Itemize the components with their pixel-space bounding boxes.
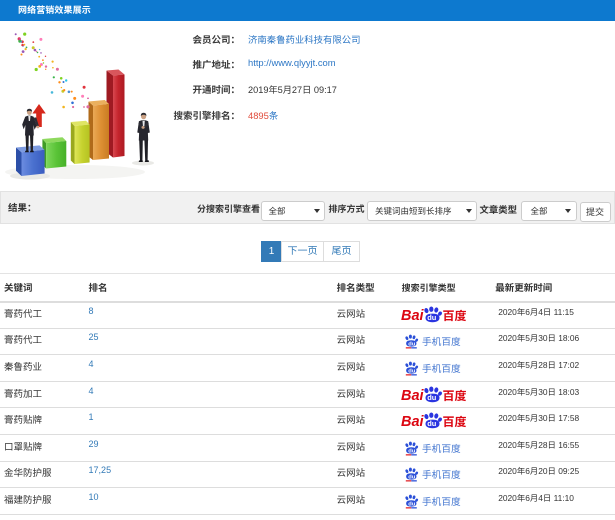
svg-text:Bai: Bai: [401, 308, 425, 324]
svg-text:du: du: [427, 419, 437, 428]
svg-text:du: du: [408, 342, 416, 348]
svg-text:百度: 百度: [442, 307, 466, 324]
svg-text:du: du: [427, 313, 437, 322]
svg-text:百度: 百度: [442, 413, 466, 430]
svg-text:du: du: [427, 393, 437, 402]
svg-text:手机百度: 手机百度: [422, 441, 461, 455]
svg-text:手机百度: 手机百度: [422, 494, 461, 508]
svg-text:du: du: [408, 501, 416, 507]
svg-text:du: du: [408, 448, 416, 454]
svg-text:Bai: Bai: [401, 388, 425, 404]
svg-text:Bai: Bai: [401, 414, 425, 430]
svg-text:手机百度: 手机百度: [422, 361, 461, 375]
svg-text:百度: 百度: [442, 387, 466, 404]
svg-text:du: du: [408, 475, 416, 481]
svg-text:手机百度: 手机百度: [422, 334, 461, 348]
svg-text:du: du: [408, 368, 416, 374]
svg-text:手机百度: 手机百度: [422, 467, 461, 481]
